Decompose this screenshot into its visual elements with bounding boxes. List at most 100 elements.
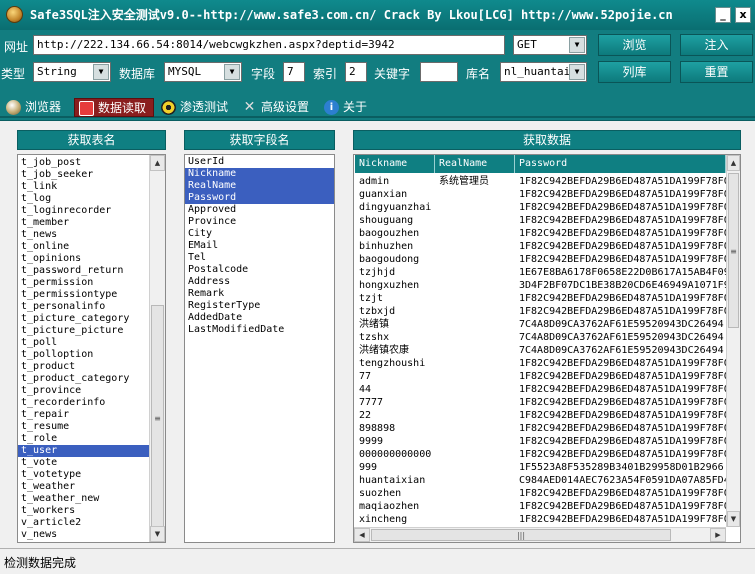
dbname-select[interactable]: nl_huantaix ▼ <box>500 62 587 82</box>
list-item[interactable]: t_job_post <box>18 157 149 169</box>
column-header-realname[interactable]: RealName <box>435 155 515 173</box>
tab-advanced[interactable]: ✕ 高级设置 <box>238 98 318 117</box>
db-select[interactable]: MYSQL ▼ <box>164 62 242 82</box>
list-item[interactable]: t_user <box>18 445 149 457</box>
tab-data-read[interactable]: 数据读取 <box>74 98 154 117</box>
list-item[interactable]: Tel <box>185 252 334 264</box>
close-button[interactable]: x <box>735 7 751 23</box>
table-row[interactable]: tzshx 7C4A8D09CA3762AF61E59520943DC26494 <box>354 331 726 344</box>
list-item[interactable]: UserId <box>185 156 334 168</box>
table-row[interactable]: huantaixian C984AED014AEC7623A54F0591DA07… <box>354 474 726 487</box>
table-row[interactable]: 22 1F82C942BEFDA29B6ED487A51DA199F78F0 <box>354 409 726 422</box>
list-item[interactable]: t_permissiontype <box>18 289 149 301</box>
list-item[interactable]: Nickname <box>185 168 334 180</box>
list-item[interactable]: t_product <box>18 361 149 373</box>
field-count-input[interactable]: 7 <box>283 62 305 82</box>
list-item[interactable]: t_picture_category <box>18 313 149 325</box>
table-row[interactable]: 洪绪镇农康 7C4A8D09CA3762AF61E59520943DC26494 <box>354 344 726 357</box>
list-item[interactable]: t_recorderinfo <box>18 397 149 409</box>
data-grid-hscrollbar[interactable]: ◀ ||| ▶ <box>354 527 726 542</box>
index-input[interactable]: 2 <box>345 62 367 82</box>
list-item[interactable]: t_product_category <box>18 373 149 385</box>
list-item[interactable]: t_job_seeker <box>18 169 149 181</box>
data-grid-vscrollbar[interactable]: ▲ ≡ ▼ <box>726 155 740 527</box>
list-item[interactable]: EMail <box>185 240 334 252</box>
scroll-down-icon[interactable]: ▼ <box>727 511 740 527</box>
scroll-left-icon[interactable]: ◀ <box>354 528 370 542</box>
table-row[interactable]: guanxian 1F82C942BEFDA29B6ED487A51DA199F7… <box>354 188 726 201</box>
list-item[interactable]: t_link <box>18 181 149 193</box>
chevron-down-icon[interactable]: ▼ <box>569 64 585 80</box>
table-row[interactable]: tzjt 1F82C942BEFDA29B6ED487A51DA199F78F0 <box>354 292 726 305</box>
list-item[interactable]: t_role <box>18 433 149 445</box>
list-item[interactable]: RealName <box>185 180 334 192</box>
list-item[interactable]: t_workers <box>18 505 149 517</box>
table-row[interactable]: baogouzhen 1F82C942BEFDA29B6ED487A51DA199… <box>354 227 726 240</box>
list-item[interactable]: t_news <box>18 229 149 241</box>
table-row[interactable]: 000000000000 1F82C942BEFDA29B6ED487A51DA1… <box>354 448 726 461</box>
scroll-right-icon[interactable]: ▶ <box>710 528 726 542</box>
browse-button[interactable]: 浏览 <box>598 34 671 56</box>
chevron-down-icon[interactable]: ▼ <box>569 37 585 53</box>
data-grid[interactable]: Nickname RealName Password admin 系统管理员 1F8… <box>353 154 741 543</box>
list-item[interactable]: t_log <box>18 193 149 205</box>
list-item[interactable]: t_member <box>18 217 149 229</box>
field-list[interactable]: UserId Nickname RealName Password Approved Pr… <box>184 154 335 543</box>
list-item[interactable]: RegisterType <box>185 300 334 312</box>
list-item[interactable]: Postalcode <box>185 264 334 276</box>
list-item[interactable]: LastModifiedDate <box>185 324 334 336</box>
table-row[interactable]: admin 系统管理员 1F82C942BEFDA29B6ED487A51DA199… <box>354 175 726 188</box>
list-db-button[interactable]: 列库 <box>598 61 671 83</box>
list-item[interactable]: t_online <box>18 241 149 253</box>
scroll-down-icon[interactable]: ▼ <box>150 526 165 542</box>
keyword-input[interactable] <box>420 62 458 82</box>
column-header-password[interactable]: Password <box>515 155 726 173</box>
list-item[interactable]: v_article2 <box>18 517 149 529</box>
list-item[interactable]: Approved <box>185 204 334 216</box>
table-row[interactable]: shouguang 1F82C942BEFDA29B6ED487A51DA199F… <box>354 214 726 227</box>
scroll-thumb[interactable]: ≡ <box>151 305 164 530</box>
minimize-button[interactable]: _ <box>715 7 731 23</box>
table-row[interactable]: 44 1F82C942BEFDA29B6ED487A51DA199F78F0 <box>354 383 726 396</box>
list-item[interactable]: t_province <box>18 385 149 397</box>
table-list[interactable]: t_job_post t_job_seeker t_link t_log t_login… <box>17 154 166 543</box>
method-select[interactable]: GET ▼ <box>513 35 587 55</box>
reset-button[interactable]: 重置 <box>680 61 753 83</box>
chevron-down-icon[interactable]: ▼ <box>93 64 109 80</box>
table-row[interactable]: dingyuanzhai 1F82C942BEFDA29B6ED487A51DA1… <box>354 201 726 214</box>
scroll-thumb[interactable]: ||| <box>371 529 671 541</box>
table-row[interactable]: baogoudong 1F82C942BEFDA29B6ED487A51DA199… <box>354 253 726 266</box>
table-row[interactable]: tzjhjd 1E67E8BA6178F0658E22D0B617A15AB4F0… <box>354 266 726 279</box>
table-row[interactable]: maqiaozhen 1F82C942BEFDA29B6ED487A51DA199… <box>354 500 726 513</box>
column-header-nickname[interactable]: Nickname <box>355 155 435 173</box>
table-row[interactable]: 898898 1F82C942BEFDA29B6ED487A51DA199F78F… <box>354 422 726 435</box>
table-row[interactable]: 999 1F5523A8F535289B3401B29958D01B2966 <box>354 461 726 474</box>
list-item[interactable]: t_opinions <box>18 253 149 265</box>
scroll-up-icon[interactable]: ▲ <box>150 155 165 171</box>
tab-about[interactable]: i 关于 <box>320 98 376 117</box>
list-item[interactable]: AddedDate <box>185 312 334 324</box>
list-item[interactable]: Province <box>185 216 334 228</box>
list-item[interactable]: Address <box>185 276 334 288</box>
chevron-down-icon[interactable]: ▼ <box>224 64 240 80</box>
list-item[interactable]: Password <box>185 192 334 204</box>
scroll-up-icon[interactable]: ▲ <box>727 155 740 171</box>
list-item[interactable]: t_weather_new <box>18 493 149 505</box>
table-row[interactable]: 9999 1F82C942BEFDA29B6ED487A51DA199F78F0 <box>354 435 726 448</box>
scroll-thumb[interactable]: ≡ <box>728 173 739 328</box>
list-item[interactable]: t_loginrecorder <box>18 205 149 217</box>
table-list-scrollbar[interactable]: ▲ ≡ ▼ <box>149 155 165 542</box>
url-input[interactable]: http://222.134.66.54:8014/webcwgkzhen.as… <box>33 35 505 55</box>
table-row[interactable]: 洪绪镇 7C4A8D09CA3762AF61E59520943DC26494 <box>354 318 726 331</box>
tab-browser[interactable]: 浏览器 <box>2 98 70 117</box>
table-row[interactable]: tengzhoushi 1F82C942BEFDA29B6ED487A51DA19… <box>354 357 726 370</box>
tab-penetration[interactable]: 渗透测试 <box>157 98 237 117</box>
list-item[interactable]: City <box>185 228 334 240</box>
list-item[interactable]: t_polloption <box>18 349 149 361</box>
inject-button[interactable]: 注入 <box>680 34 753 56</box>
table-row[interactable]: hongxuzhen 3D4F2BF07DC1BE38B20CD6E46949A1… <box>354 279 726 292</box>
list-item[interactable]: t_picture_picture <box>18 325 149 337</box>
table-row[interactable]: binhuzhen 1F82C942BEFDA29B6ED487A51DA199F… <box>354 240 726 253</box>
list-item[interactable]: t_weather <box>18 481 149 493</box>
list-item[interactable]: t_personalinfo <box>18 301 149 313</box>
